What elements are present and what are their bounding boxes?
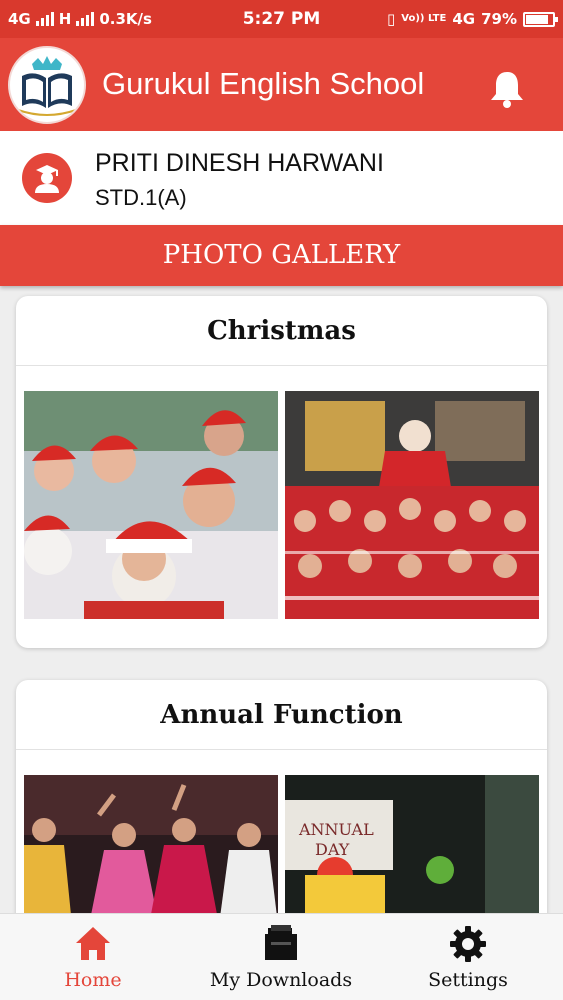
album-card-christmas[interactable]: Christmas [16, 296, 547, 648]
gear-icon [450, 926, 486, 962]
album-title: Annual Function [16, 680, 547, 750]
battery-icon [523, 11, 558, 27]
student-avatar-icon [22, 153, 72, 203]
nav-settings[interactable]: Settings [418, 914, 518, 1000]
app-bar: Gurukul English School [0, 38, 563, 131]
student-name: PRITI DINESH HARWANI [95, 149, 384, 177]
bottom-nav: Home My Downloads Settings [0, 913, 563, 1000]
nav-settings-label: Settings [428, 969, 508, 991]
battery-percent: 79% [481, 10, 517, 28]
nav-my-downloads[interactable]: My Downloads [200, 914, 362, 1000]
album-photo[interactable] [285, 391, 539, 619]
student-profile[interactable]: PRITI DINESH HARWANI STD.1(A) [0, 131, 563, 225]
home-icon [76, 927, 110, 960]
downloads-icon [265, 925, 297, 960]
page-title: PHOTO GALLERY [0, 225, 563, 286]
svg-text:ANNUAL: ANNUAL [298, 820, 374, 839]
student-class: STD.1(A) [95, 185, 187, 210]
school-logo [8, 46, 86, 124]
nav-my-downloads-label: My Downloads [209, 969, 353, 991]
vibrate-icon: ▯ [387, 10, 396, 28]
volte-label: Vo)) LTE [401, 13, 447, 24]
network-type-right: 4G [452, 10, 476, 28]
nav-home[interactable]: Home [33, 914, 153, 1000]
nav-home-label: Home [64, 969, 122, 991]
svg-text:DAY: DAY [315, 840, 350, 859]
bell-icon[interactable] [487, 68, 527, 110]
album-title: Christmas [16, 296, 547, 366]
status-bar: 4G H 0.3K/s 5:27 PM ▯ Vo)) LTE 4G 79% [0, 0, 563, 38]
album-photo[interactable] [24, 391, 278, 619]
app-title: Gurukul English School [102, 66, 425, 101]
